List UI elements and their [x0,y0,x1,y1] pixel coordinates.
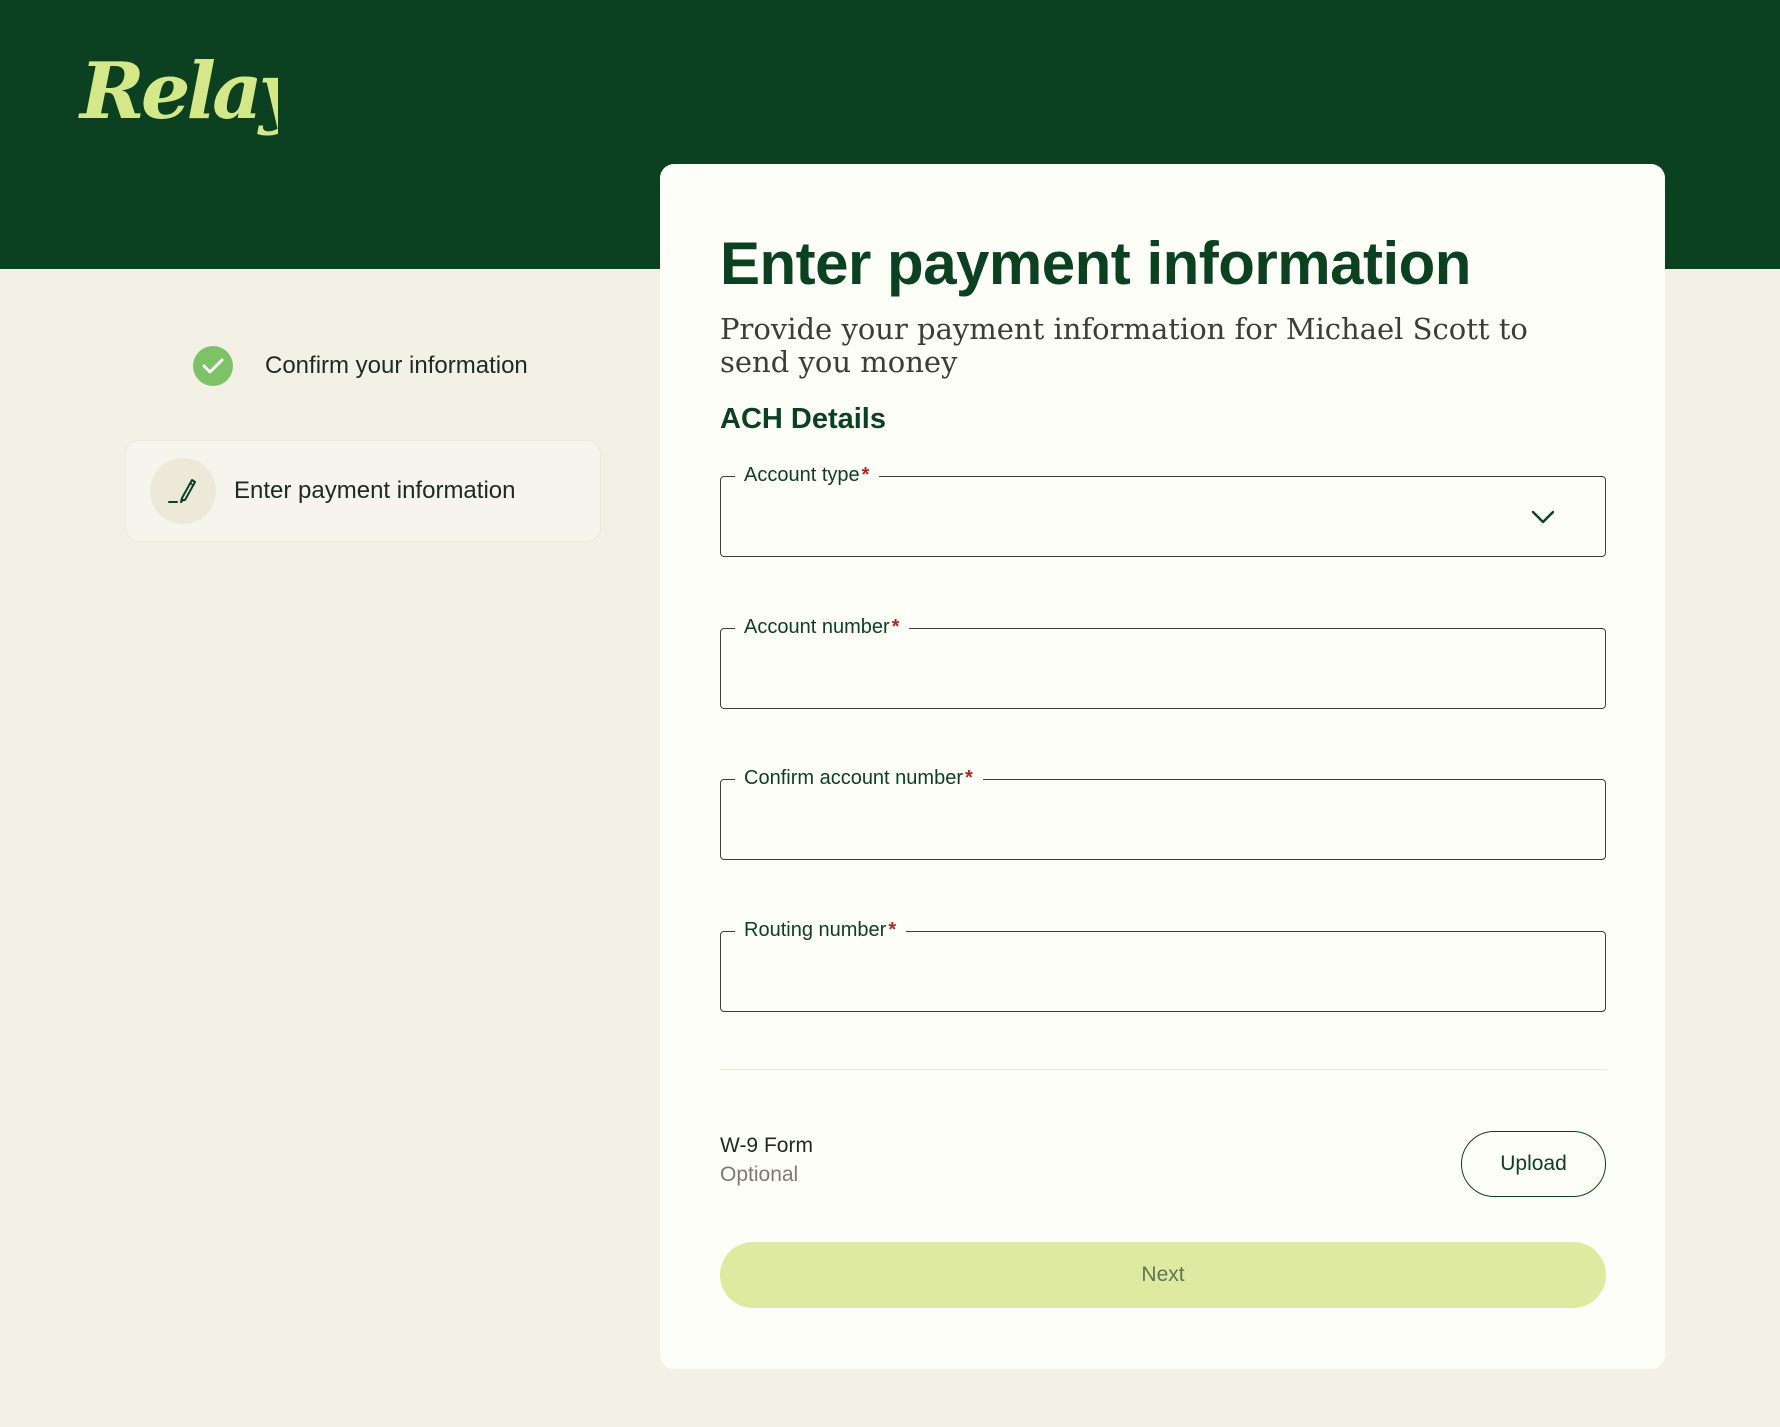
routing-number-input[interactable] [743,952,1583,994]
divider [720,1069,1606,1070]
required-marker: * [891,616,900,638]
confirm-account-number-field[interactable]: Confirm account number * [720,762,1606,860]
required-marker: * [964,767,973,789]
pencil-icon [150,458,216,524]
account-type-value[interactable] [743,497,1583,539]
upload-button[interactable]: Upload [1461,1131,1606,1197]
page-subtitle: Provide your payment information for Mic… [720,312,1528,379]
chevron-down-icon[interactable] [1531,509,1555,525]
relay-logo: Relay [78,46,278,137]
w9-form-title: W-9 Form [720,1134,813,1157]
routing-number-field[interactable]: Routing number * [720,914,1606,1012]
step-label: Confirm your information [265,352,528,379]
section-title-ach-details: ACH Details [720,403,886,435]
routing-number-label: Routing number * [735,914,907,946]
step-confirm-information: Confirm your information [193,345,528,387]
account-number-input[interactable] [743,649,1583,691]
payment-form-card: Enter payment information Provide your p… [660,164,1665,1369]
w9-optional-label: Optional [720,1163,799,1186]
next-button[interactable]: Next [720,1242,1606,1308]
step-label: Enter payment information [234,477,516,504]
logo-text: Relay [78,46,278,137]
check-circle-icon [193,346,233,386]
account-type-label: Account type * [735,459,880,491]
account-number-label: Account number * [735,611,910,643]
required-marker: * [861,464,870,486]
account-type-select[interactable]: Account type * [720,459,1606,557]
page-title: Enter payment information [720,230,1471,297]
account-number-field[interactable]: Account number * [720,611,1606,709]
confirm-account-number-label: Confirm account number * [735,762,983,794]
required-marker: * [888,919,897,941]
confirm-account-number-input[interactable] [743,800,1583,842]
step-enter-payment-information: Enter payment information [125,440,601,542]
